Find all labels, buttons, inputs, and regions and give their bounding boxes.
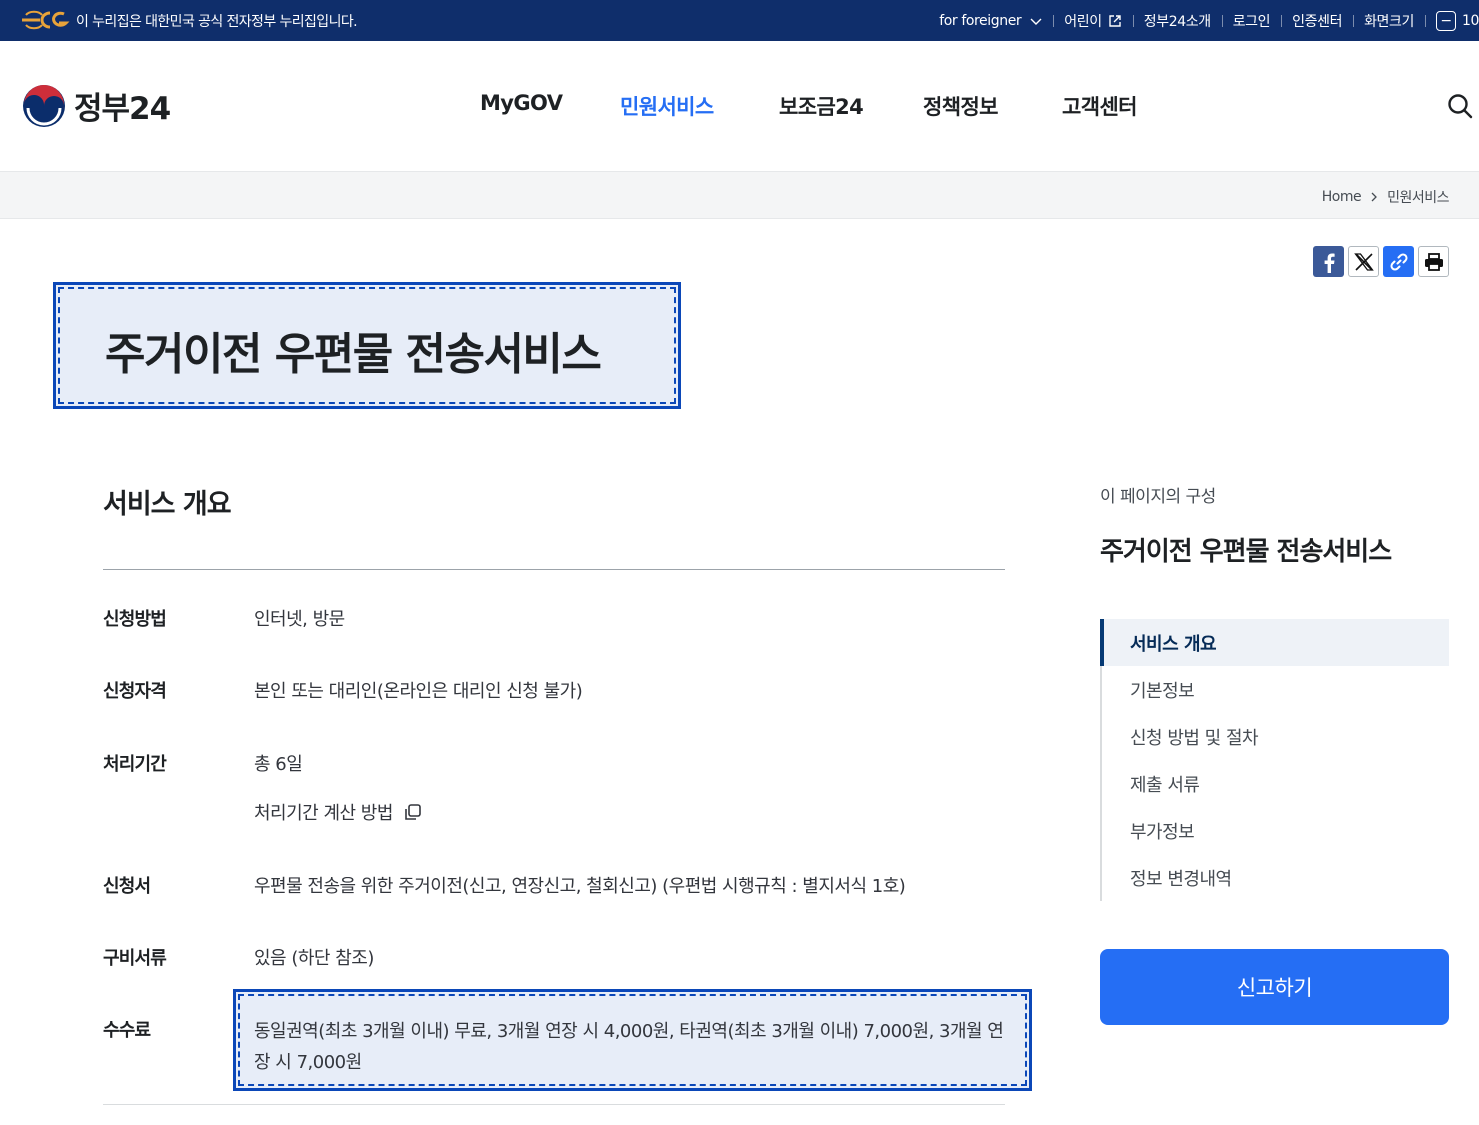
utility-menu: for foreigner 어린이 정부24소개 로그인 인증센터 화면크기 −… <box>928 0 1479 41</box>
copy-link-button[interactable] <box>1383 246 1414 277</box>
value-eligibility: 본인 또는 대리인(온라인은 대리인 신청 불가) <box>254 681 583 702</box>
toc-item-submit-docs[interactable]: 제출 서류 <box>1102 760 1449 807</box>
toc-item-overview[interactable]: 서비스 개요 <box>1100 619 1449 666</box>
zoom-value: 10 <box>1461 12 1479 29</box>
nav-policy-info[interactable]: 정책정보 <box>923 91 998 121</box>
toc-item-basic-info[interactable]: 기본정보 <box>1102 666 1449 713</box>
search-icon[interactable] <box>1447 93 1473 119</box>
value-apply-method: 인터넷, 방문 <box>254 609 345 630</box>
main-nav: MyGOV 민원서비스 보조금24 정책정보 고객센터 <box>0 91 1479 123</box>
label-required-docs: 구비서류 <box>103 948 167 969</box>
label-eligibility: 신청자격 <box>103 681 167 702</box>
x-logo-icon <box>1353 252 1374 271</box>
label-processing-period: 처리기간 <box>103 754 167 775</box>
about-link[interactable]: 정부24소개 <box>1132 11 1222 31</box>
processing-period-calc-label: 처리기간 계산 방법 <box>254 803 393 824</box>
breadcrumb-bar: Home 민원서비스 <box>0 171 1479 219</box>
facebook-icon <box>1324 253 1335 273</box>
screen-size-label: 화면크기 <box>1364 13 1414 30</box>
value-processing-period: 총 6일 <box>254 754 303 775</box>
page-title-box: 주거이전 우편물 전송서비스 <box>53 282 681 409</box>
share-toolbar <box>1313 246 1449 277</box>
egov-logo-icon <box>22 10 70 30</box>
kids-label: 어린이 <box>1064 13 1102 30</box>
nav-mygov[interactable]: MyGOV <box>480 91 563 115</box>
nav-customer-center[interactable]: 고객센터 <box>1062 91 1137 121</box>
overview-heading: 서비스 개요 <box>103 489 232 520</box>
printer-icon <box>1424 252 1443 271</box>
label-fee: 수수료 <box>103 1020 151 1041</box>
page-toc: 서비스 개요 기본정보 신청 방법 및 절차 제출 서류 부가정보 정보 변경내… <box>1100 619 1449 901</box>
overview-bottom-divider <box>103 1104 1005 1105</box>
label-application-form: 신청서 <box>103 876 151 897</box>
auth-center-label: 인증센터 <box>1292 13 1343 30</box>
toc-item-apply-procedure[interactable]: 신청 방법 및 절차 <box>1102 713 1449 760</box>
breadcrumb-current[interactable]: 민원서비스 <box>1387 187 1449 207</box>
processing-period-calc-link[interactable]: 처리기간 계산 방법 <box>254 799 422 825</box>
site-header: 정부24 MyGOV 민원서비스 보조금24 정책정보 고객센터 <box>0 41 1479 171</box>
external-link-icon <box>1109 14 1121 27</box>
value-fee: 동일권역(최초 3개월 이내) 무료, 3개월 연장 시 4,000원, 타권역… <box>254 1021 1004 1073</box>
page-title: 주거이전 우편물 전송서비스 <box>105 329 602 380</box>
gov-notice-text: 이 누리집은 대한민국 공식 전자정부 누리집입니다. <box>76 14 358 30</box>
breadcrumb-home[interactable]: Home <box>1322 189 1362 205</box>
popup-window-icon <box>405 804 421 820</box>
zoom-control: − 10 <box>1424 10 1479 31</box>
kids-link[interactable]: 어린이 <box>1053 11 1132 31</box>
login-link[interactable]: 로그인 <box>1221 11 1281 31</box>
gov-banner: 이 누리집은 대한민국 공식 전자정부 누리집입니다. for foreigne… <box>0 0 1479 41</box>
toc-title: 주거이전 우편물 전송서비스 <box>1100 537 1392 567</box>
overview-top-divider <box>103 569 1005 570</box>
label-apply-method: 신청방법 <box>103 609 167 630</box>
breadcrumb: Home 민원서비스 <box>1322 187 1450 207</box>
report-button[interactable]: 신고하기 <box>1100 949 1449 1025</box>
zoom-out-button[interactable]: − <box>1435 10 1456 31</box>
print-button[interactable] <box>1418 246 1449 277</box>
value-application-form: 우편물 전송을 위한 주거이전(신고, 연장신고, 철회신고) (우편법 시행규… <box>254 876 906 897</box>
about-label: 정부24소개 <box>1143 13 1211 30</box>
value-required-docs: 있음 (하단 참조) <box>254 948 374 969</box>
x-share-button[interactable] <box>1348 246 1379 277</box>
nav-civil-service[interactable]: 민원서비스 <box>620 91 714 121</box>
nav-subsidy24[interactable]: 보조금24 <box>779 91 864 121</box>
login-label: 로그인 <box>1232 13 1271 30</box>
chevron-right-icon <box>1371 192 1378 202</box>
foreigner-menu[interactable]: for foreigner <box>928 13 1053 29</box>
foreigner-label: for foreigner <box>939 12 1022 29</box>
facebook-share-button[interactable] <box>1313 246 1344 277</box>
toc-item-change-history[interactable]: 정보 변경내역 <box>1102 854 1449 901</box>
link-icon <box>1389 252 1408 271</box>
toc-caption: 이 페이지의 구성 <box>1100 487 1216 507</box>
chevron-down-icon <box>1030 18 1042 25</box>
toc-item-additional-info[interactable]: 부가정보 <box>1102 807 1449 854</box>
screen-size-control: 화면크기 <box>1353 11 1425 31</box>
auth-center-link[interactable]: 인증센터 <box>1281 11 1353 31</box>
fee-highlight-box: 동일권역(최초 3개월 이내) 무료, 3개월 연장 시 4,000원, 타권역… <box>233 989 1032 1091</box>
